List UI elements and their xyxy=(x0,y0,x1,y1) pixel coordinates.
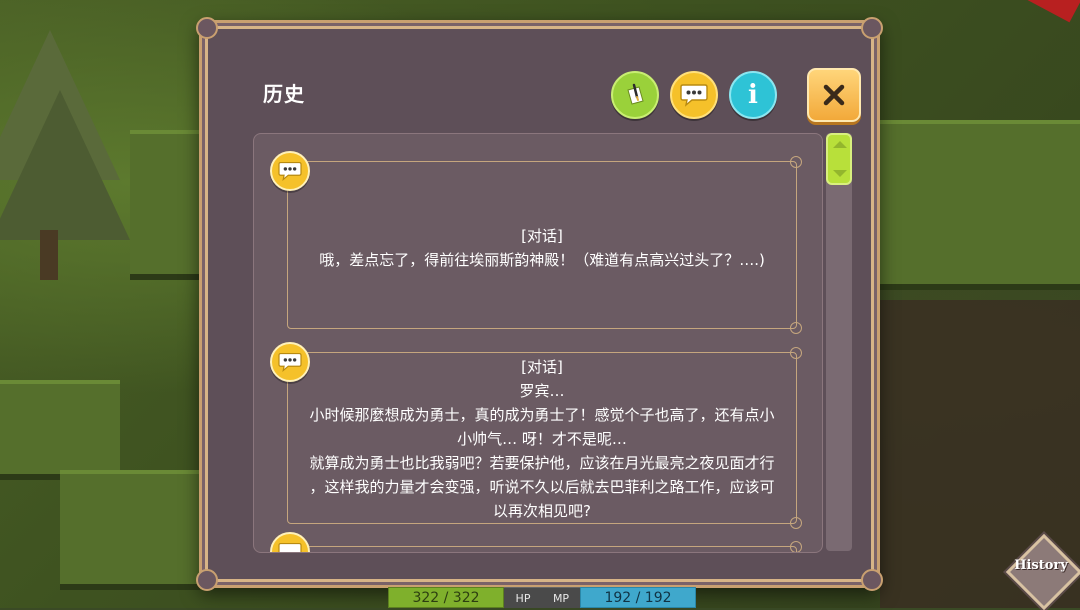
close-icon xyxy=(823,84,845,106)
speech-bubble-icon xyxy=(278,542,302,552)
history-button[interactable]: History xyxy=(1005,533,1080,610)
info-filter-button[interactable]: i xyxy=(729,71,777,119)
history-list[interactable]: [对话] 哦，差点忘了，得前往埃丽斯韵神殿！（难道有点高兴过头了？….) [对话… xyxy=(253,133,823,553)
hp-label: HP xyxy=(504,587,542,608)
scroll-down-arrow-icon xyxy=(833,170,847,177)
history-entry: [对话] 哦，差点忘了，得前往埃丽斯韵神殿！（难道有点高兴过头了？….) xyxy=(287,156,802,334)
tree-trunk xyxy=(40,230,58,280)
speech-bubble-icon xyxy=(278,352,302,372)
grass-block xyxy=(60,470,200,584)
quill-icon xyxy=(627,83,644,105)
history-entry: [对话] 罗宾… 小时候那麼想成为勇士，真的成为勇士了！感觉个子也高了，还有点小… xyxy=(287,347,802,529)
grass-block xyxy=(880,120,1080,284)
history-button-label: History xyxy=(1014,558,1068,573)
entry-line: ，这样我的力量才会变强，听说不久以后就去巴菲利之路工作，应该可 xyxy=(309,478,775,496)
entry-type-badge xyxy=(270,532,310,552)
entry-line: 小时候那麼想成为勇士，真的成为勇士了！感觉个子也高了，还有点小 xyxy=(309,406,775,424)
close-button[interactable] xyxy=(807,68,861,122)
speech-bubble-icon xyxy=(278,161,302,181)
scrollbar-thumb[interactable] xyxy=(826,133,852,185)
entry-line: 罗宾… xyxy=(519,382,565,400)
entry-tag: [对话] xyxy=(521,358,563,376)
dialog-title: 历史 xyxy=(263,82,305,106)
frame-corner-ornament xyxy=(196,17,218,39)
entry-line: 哦，差点忘了，得前往埃丽斯韵神殿！（难道有点高兴过头了？….) xyxy=(319,251,765,269)
speech-bubble-icon xyxy=(680,84,708,107)
grass-block xyxy=(130,130,210,274)
history-dialog: 历史 i [对话] 哦，差点忘了，得前往埃丽斯韵神殿！（难道有点高兴过头了？….… xyxy=(196,17,883,591)
pine-tree xyxy=(0,90,130,240)
info-icon: i xyxy=(748,80,758,110)
entry-line: 小帅气… 呀！才不是呢… xyxy=(457,430,627,448)
entry-line: 就算成为勇士也比我弱吧？若要保护他，应该在月光最亮之夜见面才行 xyxy=(309,454,775,472)
grass-block xyxy=(0,380,120,474)
history-entry xyxy=(287,541,802,552)
dialogue-filter-button[interactable] xyxy=(670,71,718,119)
entry-tag: [对话] xyxy=(521,227,563,245)
scroll-up-arrow-icon xyxy=(833,141,847,148)
status-bars: 322 / 322 HP MP 192 / 192 xyxy=(388,587,696,608)
hp-bar: 322 / 322 xyxy=(388,587,504,608)
mp-label: MP xyxy=(542,587,580,608)
frame-corner-ornament xyxy=(196,569,218,591)
scrollbar-track[interactable] xyxy=(826,133,852,551)
notes-filter-button[interactable] xyxy=(611,71,659,119)
mp-bar: 192 / 192 xyxy=(580,587,696,608)
frame-corner-ornament xyxy=(861,569,883,591)
entry-line: 以再次相见吧? xyxy=(493,502,591,520)
frame-corner-ornament xyxy=(861,17,883,39)
entry-type-badge xyxy=(270,342,310,382)
entry-type-badge xyxy=(270,151,310,191)
